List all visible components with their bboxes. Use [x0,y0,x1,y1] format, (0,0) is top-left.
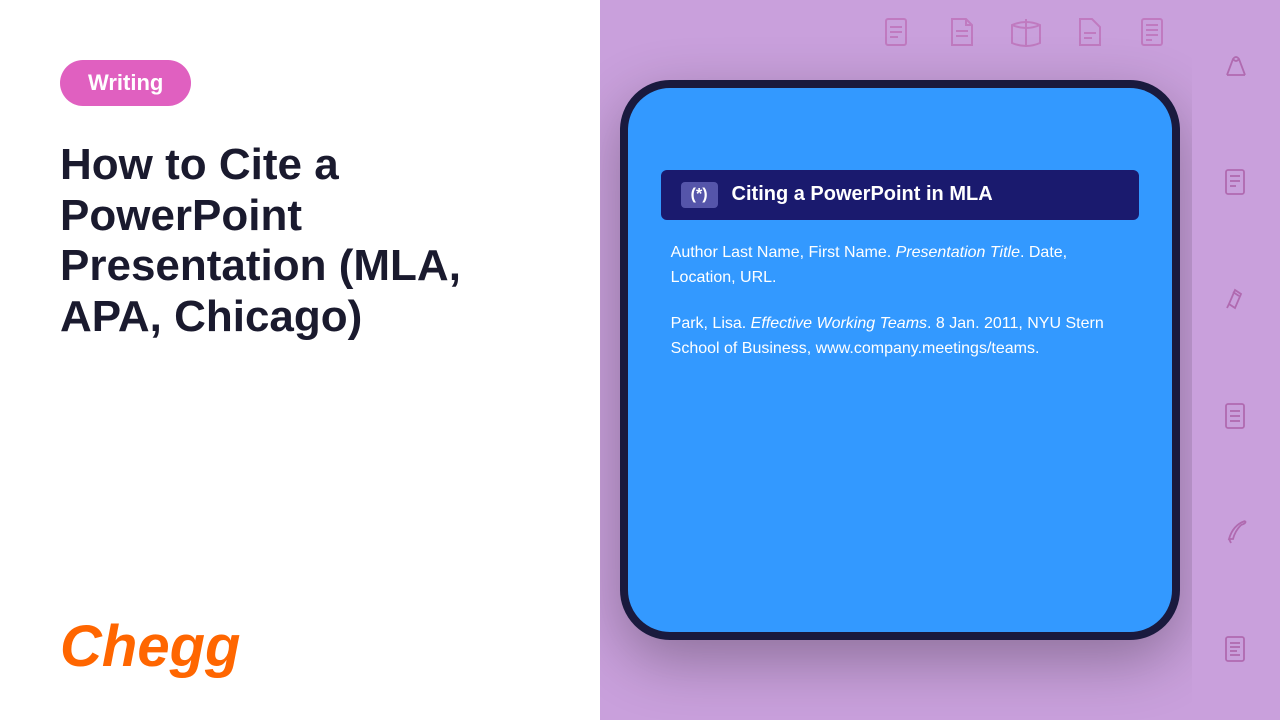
deco-icon-4 [1072,15,1108,56]
chegg-logo: Chegg [60,613,550,680]
right-panel: (*) Citing a PowerPoint in MLA Author La… [600,0,1280,720]
right-icon-doc-1 [1219,165,1253,204]
right-icons-column [1192,0,1280,720]
main-container: Writing How to Cite a PowerPoint Present… [0,0,1280,720]
tablet-content: (*) Citing a PowerPoint in MLA Author La… [661,170,1140,551]
right-icon-doc-3 [1219,632,1253,671]
format-template: Author Last Name, First Name. Presentati… [671,240,1130,291]
deco-icon-1 [880,15,916,56]
left-panel: Writing How to Cite a PowerPoint Present… [0,0,600,720]
right-icon-doc-2 [1219,399,1253,438]
slide-body: Author Last Name, First Name. Presentati… [661,240,1140,362]
article-title: How to Cite a PowerPoint Presentation (M… [60,140,550,342]
tablet-device: (*) Citing a PowerPoint in MLA Author La… [620,80,1180,640]
writing-badge: Writing [60,60,191,106]
asterisk-badge: (*) [681,182,718,208]
right-icon-pen-1 [1219,49,1253,88]
deco-icon-5 [1136,15,1172,56]
deco-icon-3 [1008,15,1044,56]
slide-header-title: Citing a PowerPoint in MLA [732,183,993,206]
deco-icon-2 [944,15,980,56]
top-icons-row [600,0,1192,70]
citation-example: Park, Lisa. Effective Working Teams. 8 J… [671,311,1130,362]
right-icon-pen-2 [1219,282,1253,321]
right-icon-quill-1 [1219,515,1253,554]
left-content: Writing How to Cite a PowerPoint Present… [60,60,550,342]
slide-header: (*) Citing a PowerPoint in MLA [661,170,1140,220]
